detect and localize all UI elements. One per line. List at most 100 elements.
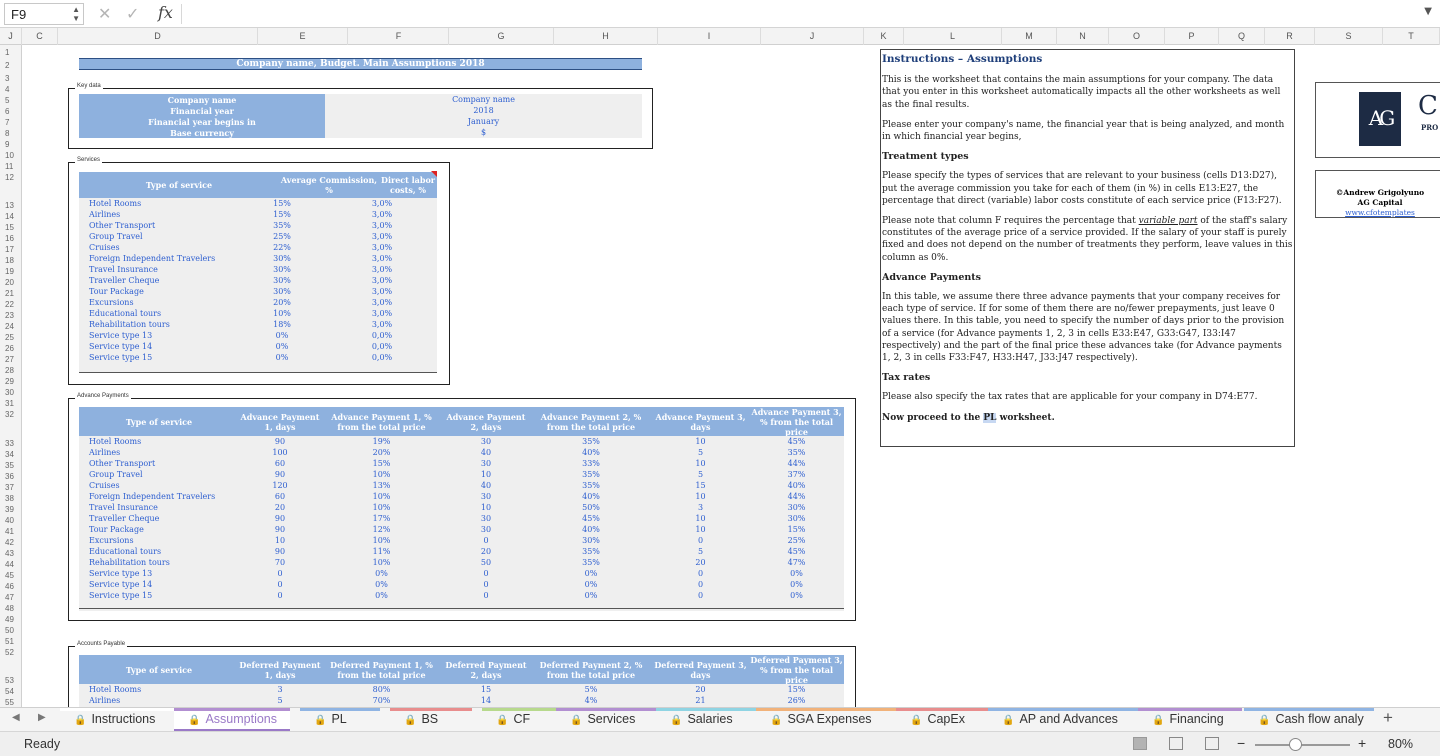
key-data-value[interactable]: 2018 <box>325 105 642 116</box>
row-header[interactable]: 55 <box>0 698 21 707</box>
advance-service-name[interactable]: Cruises <box>89 480 120 491</box>
advance-cell[interactable]: 20% <box>321 447 442 458</box>
row-header[interactable]: 16 <box>0 234 21 243</box>
row-header[interactable]: 50 <box>0 626 21 635</box>
advance-cell[interactable]: 5 <box>652 469 749 480</box>
advance-cell[interactable]: 40 <box>442 447 530 458</box>
row-header[interactable]: 1 <box>0 48 21 57</box>
advance-cell[interactable]: 0% <box>530 590 652 601</box>
advance-cell[interactable]: 20 <box>442 546 530 557</box>
advance-cell[interactable]: 70 <box>239 557 321 568</box>
service-name[interactable]: Educational tours <box>89 308 161 319</box>
column-header[interactable]: O <box>1109 28 1165 45</box>
payable-cell[interactable]: 5% <box>530 684 652 695</box>
key-data-value[interactable]: $ <box>325 127 642 138</box>
row-header[interactable]: 15 <box>0 223 21 232</box>
advance-service-name[interactable]: Hotel Rooms <box>89 436 141 447</box>
advance-cell[interactable]: 10% <box>321 557 442 568</box>
service-labor-cost[interactable]: 0,0% <box>322 330 442 341</box>
tab-bs[interactable]: 🔒 BS <box>390 708 472 731</box>
advance-service-name[interactable]: Service type 13 <box>89 568 152 579</box>
next-sheet-icon[interactable]: ▶ <box>38 712 46 723</box>
advance-cell[interactable]: 10 <box>442 469 530 480</box>
row-header[interactable]: 20 <box>0 278 21 287</box>
row-header[interactable]: 32 <box>0 410 21 419</box>
tab-ap-and-advances[interactable]: 🔒 AP and Advances <box>988 708 1138 731</box>
service-name[interactable]: Foreign Independent Travelers <box>89 253 215 264</box>
column-header[interactable]: C <box>22 28 58 45</box>
advance-service-name[interactable]: Airlines <box>89 447 120 458</box>
row-header[interactable]: 40 <box>0 516 21 525</box>
payable-cell[interactable]: 21 <box>652 695 749 706</box>
row-header[interactable]: 5 <box>0 96 21 105</box>
payable-service-name[interactable]: Airlines <box>89 695 120 706</box>
advance-cell[interactable]: 37% <box>749 469 844 480</box>
payable-cell[interactable]: 26% <box>749 695 844 706</box>
advance-cell[interactable]: 15% <box>749 524 844 535</box>
zoom-out-icon[interactable]: − <box>1237 735 1245 751</box>
tab-sga-expenses[interactable]: 🔒 SGA Expenses <box>756 708 896 731</box>
advance-cell[interactable]: 0% <box>749 579 844 590</box>
row-header[interactable]: 28 <box>0 366 21 375</box>
row-header[interactable]: 17 <box>0 245 21 254</box>
advance-cell[interactable]: 10 <box>239 535 321 546</box>
advance-cell[interactable]: 0 <box>442 590 530 601</box>
payable-cell[interactable]: 4% <box>530 695 652 706</box>
service-labor-cost[interactable]: 3,0% <box>322 308 442 319</box>
tab-services[interactable]: 🔒 Services <box>556 708 656 731</box>
service-labor-cost[interactable]: 3,0% <box>322 253 442 264</box>
advance-cell[interactable]: 30 <box>442 513 530 524</box>
advance-service-name[interactable]: Group Travel <box>89 469 143 480</box>
tab-pl[interactable]: 🔒 PL <box>300 708 380 731</box>
advance-cell[interactable]: 0 <box>652 535 749 546</box>
advance-cell[interactable]: 15% <box>321 458 442 469</box>
advance-cell[interactable]: 35% <box>749 447 844 458</box>
row-header[interactable]: 27 <box>0 355 21 364</box>
prev-sheet-icon[interactable]: ◀ <box>12 712 20 723</box>
payable-cell[interactable]: 14 <box>442 695 530 706</box>
advance-service-name[interactable]: Traveller Cheque <box>89 513 159 524</box>
row-header[interactable]: 41 <box>0 527 21 536</box>
row-header[interactable]: 46 <box>0 582 21 591</box>
advance-service-name[interactable]: Rehabilitation tours <box>89 557 170 568</box>
payable-cell[interactable]: 15% <box>749 684 844 695</box>
row-header[interactable]: 35 <box>0 461 21 470</box>
advance-cell[interactable]: 5 <box>652 546 749 557</box>
advance-cell[interactable]: 33% <box>530 458 652 469</box>
row-header[interactable]: 48 <box>0 604 21 613</box>
advance-cell[interactable]: 25% <box>749 535 844 546</box>
service-name[interactable]: Cruises <box>89 242 120 253</box>
row-header[interactable]: 9 <box>0 140 21 149</box>
column-header[interactable]: T <box>1383 28 1440 45</box>
advance-cell[interactable]: 5 <box>652 447 749 458</box>
advance-cell[interactable]: 50 <box>442 557 530 568</box>
row-header[interactable]: 23 <box>0 311 21 320</box>
payable-cell[interactable]: 3 <box>239 684 321 695</box>
row-header[interactable]: 18 <box>0 256 21 265</box>
advance-cell[interactable]: 45% <box>530 513 652 524</box>
advance-cell[interactable]: 0 <box>239 590 321 601</box>
service-name[interactable]: Service type 15 <box>89 352 152 363</box>
service-labor-cost[interactable]: 3,0% <box>322 275 442 286</box>
advance-cell[interactable]: 10% <box>321 502 442 513</box>
pl-link[interactable]: PL <box>983 412 997 423</box>
advance-service-name[interactable]: Other Transport <box>89 458 155 469</box>
fx-icon[interactable]: fx <box>158 3 173 22</box>
service-labor-cost[interactable]: 3,0% <box>322 231 442 242</box>
advance-cell[interactable]: 20 <box>652 557 749 568</box>
advance-cell[interactable]: 40% <box>530 524 652 535</box>
column-header[interactable]: L <box>904 28 1002 45</box>
advance-cell[interactable]: 19% <box>321 436 442 447</box>
payable-cell[interactable]: 70% <box>321 695 442 706</box>
service-name[interactable]: Excursions <box>89 297 134 308</box>
row-header[interactable]: 10 <box>0 151 21 160</box>
service-labor-cost[interactable]: 0,0% <box>322 352 442 363</box>
column-header[interactable]: P <box>1165 28 1219 45</box>
payable-service-name[interactable]: Hotel Rooms <box>89 684 141 695</box>
advance-cell[interactable]: 10 <box>652 458 749 469</box>
advance-cell[interactable]: 30 <box>442 436 530 447</box>
key-data-value[interactable]: January <box>325 116 642 127</box>
advance-cell[interactable]: 0 <box>239 568 321 579</box>
column-header[interactable]: K <box>864 28 904 45</box>
row-header[interactable]: 47 <box>0 593 21 602</box>
